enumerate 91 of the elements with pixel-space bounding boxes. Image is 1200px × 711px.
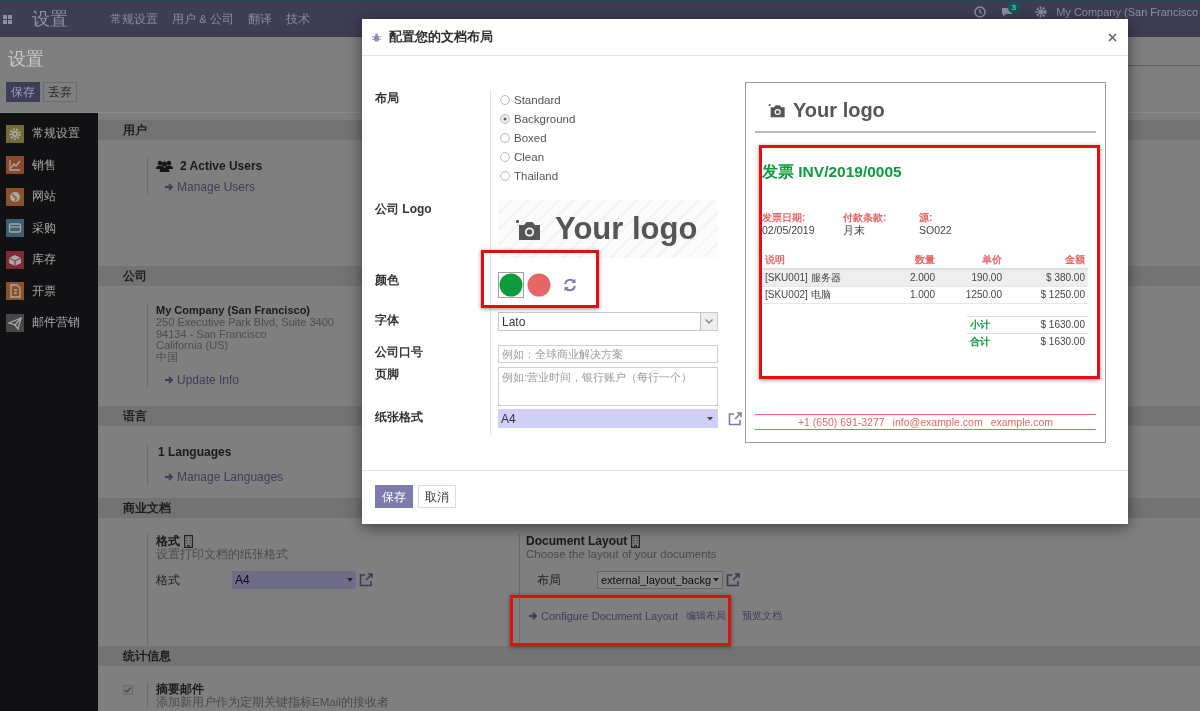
field-label: 格式 [156, 571, 181, 589]
info-label: 付款条款: [843, 212, 888, 224]
caret-icon [707, 416, 713, 421]
sidebar-item[interactable]: 常规设置 [0, 118, 98, 150]
gear-icon[interactable] [1035, 6, 1048, 18]
sidebar-item[interactable]: 开票 [0, 275, 98, 307]
building-icon [631, 534, 641, 548]
camera-icon [515, 217, 542, 241]
footer-textarea[interactable]: 例如:营业时间，银行账户（每行一个） [498, 367, 718, 406]
total-label: 合计 [970, 334, 990, 349]
info-label: 源: [919, 212, 934, 224]
sidebar-item[interactable]: 库存 [0, 244, 98, 276]
info-value: 月末 [843, 224, 866, 236]
logo-text: Your logo [555, 212, 698, 246]
phone-number: +1 (650) 691-3277 [797, 416, 885, 428]
field-label: 纸张格式 [375, 410, 423, 424]
close-icon[interactable] [1108, 32, 1117, 42]
paper-format-select[interactable]: A4 [498, 409, 718, 428]
field-label: 公司 Logo [375, 202, 432, 216]
total-value: $ 1630.00 [1040, 336, 1085, 347]
section-header: 统计信息 [98, 646, 1200, 666]
clock-icon[interactable] [974, 6, 987, 18]
color-swatch-icon[interactable] [526, 272, 552, 298]
field-label: 字体 [375, 313, 399, 327]
field-label: 页脚 [375, 367, 399, 381]
setting-title: 摘要邮件 [156, 682, 205, 696]
logo-placeholder[interactable]: Your logo [498, 200, 718, 258]
color-swatch-icon[interactable] [498, 272, 524, 298]
apps-menu-icon[interactable] [3, 14, 12, 24]
external-link-icon[interactable] [728, 411, 742, 426]
total-value: $ 1630.00 [1040, 319, 1085, 330]
cancel-button[interactable]: 取消 [418, 485, 456, 508]
layout-select[interactable]: external_layout_backg [597, 571, 723, 589]
sidebar-item[interactable]: 邮件营销 [0, 307, 98, 339]
languages-count: 1 Languages [157, 444, 233, 460]
radio-label[interactable]: Standard [514, 93, 561, 106]
table-cell: [SKU002] 电脑 [762, 286, 890, 303]
sidebar-item[interactable]: 销售 [0, 149, 98, 181]
chevron-down-icon [705, 319, 713, 324]
camera-icon [768, 102, 786, 118]
radio-button[interactable] [500, 170, 510, 181]
slogan-input[interactable]: 例如：全球商业解决方案 [498, 345, 718, 363]
radio-button[interactable] [500, 151, 510, 162]
font-select[interactable]: Lato [498, 312, 718, 331]
email-address: info@example.com [892, 416, 983, 428]
discard-button[interactable]: 丢弃 [43, 82, 77, 102]
company-name: My Company (San Francisco) [156, 303, 312, 317]
arrow-right-icon [165, 473, 174, 481]
field-label: 颜色 [375, 273, 399, 287]
setting-title: Document Layout [526, 534, 628, 548]
field-label: 布局 [375, 91, 399, 105]
page-title: 设置 [8, 48, 44, 70]
caret-icon [713, 578, 720, 582]
radio-label[interactable]: Thailand [514, 169, 559, 182]
info-label: 发票日期: [762, 212, 807, 224]
radio-button[interactable] [500, 113, 510, 124]
building-icon [184, 534, 193, 548]
arrow-right-icon [529, 612, 538, 620]
field-label: 公司口号 [375, 345, 423, 359]
logo-text: Your logo [793, 98, 885, 122]
external-link-icon[interactable] [726, 573, 740, 587]
paper-format-select[interactable]: A4 [232, 571, 356, 589]
caret-icon [347, 578, 353, 582]
table-cell: 1.000 [890, 286, 938, 303]
sidebar-item[interactable]: 网站 [0, 181, 98, 213]
info-value: 02/05/2019 [762, 224, 816, 236]
users-icon [156, 160, 173, 172]
info-value: SO022 [919, 224, 952, 236]
app-title: 设置 [32, 8, 69, 30]
arrow-right-icon [165, 376, 174, 384]
checkbox[interactable] [123, 685, 133, 695]
bug-icon [372, 32, 381, 42]
save-button[interactable]: 保存 [6, 82, 40, 102]
radio-label[interactable]: Clean [514, 150, 545, 163]
field-label: 布局 [536, 571, 562, 589]
notification-badge: 3 [1008, 2, 1020, 13]
refresh-icon[interactable] [563, 278, 577, 292]
table-cell: 1250.00 [938, 286, 1005, 303]
radio-button[interactable] [500, 94, 510, 105]
external-link-icon[interactable] [359, 573, 373, 587]
table-cell: $ 1250.00 [1005, 286, 1088, 303]
website-address: example.com [990, 416, 1054, 428]
invoice-title: 发票 INV/2019/0005 [762, 163, 903, 181]
total-label: 小计 [970, 317, 990, 332]
active-users-count: 2 Active Users [180, 158, 263, 174]
setting-title: 格式 [156, 534, 180, 548]
sidebar-item[interactable]: 采购 [0, 212, 98, 244]
arrow-right-icon [165, 183, 174, 191]
dialog-title: 配置您的文档布局 [389, 28, 493, 46]
save-button[interactable]: 保存 [375, 485, 413, 508]
radio-button[interactable] [500, 132, 510, 143]
